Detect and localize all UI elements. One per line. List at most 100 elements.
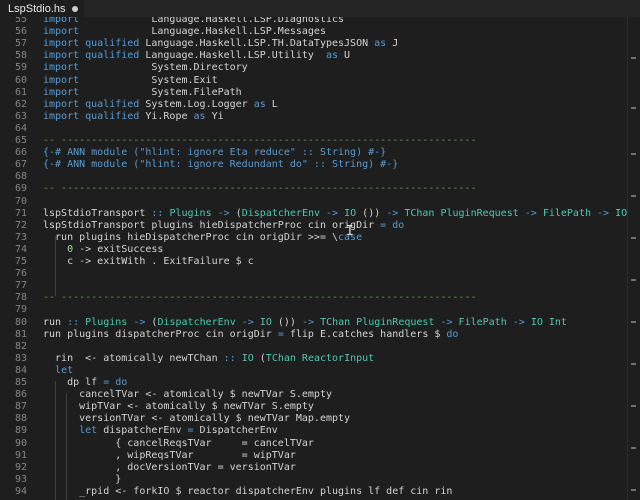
- code-line[interactable]: 72 lspStdioTransport plugins hieDispatche…: [0, 220, 625, 232]
- code-token: dispatcherEnv: [97, 425, 188, 437]
- code-line[interactable]: 73 run plugins hieDispatcherProc cin ori…: [0, 232, 625, 244]
- code-line[interactable]: 83 rin <- atomically newTChan :: IO (TCh…: [0, 353, 625, 365]
- code-token: TChan ReactorInput: [265, 352, 375, 364]
- line-number: 55: [14, 17, 27, 25]
- code-line[interactable]: 88 versionTVar <- atomically $ newTVar M…: [0, 413, 625, 425]
- code-line[interactable]: 85 dp lf = do: [0, 377, 625, 389]
- code-line[interactable]: 57 import qualified Language.Haskell.LSP.…: [0, 38, 625, 50]
- code-token: U: [338, 50, 351, 62]
- scroll-marker: [631, 237, 636, 239]
- code-line[interactable]: 64: [0, 123, 625, 135]
- code-line[interactable]: 76: [0, 268, 625, 280]
- code-text: {-# ANN module ("hlint: ignore Redundant…: [43, 159, 398, 171]
- code-line[interactable]: 58 import qualified Language.Haskell.LSP.…: [0, 50, 625, 62]
- code-line[interactable]: 74 0 -> exitSuccess: [0, 244, 625, 256]
- code-line[interactable]: 56 import Language.Haskell.LSP.Messages: [0, 26, 625, 38]
- code-line[interactable]: 78 -- -----------------------------------…: [0, 292, 625, 304]
- code-text: -- -------------------------------------…: [43, 183, 476, 195]
- line-number: 68: [14, 171, 27, 183]
- code-line[interactable]: 63 import qualified Yi.Rope as Yi: [0, 111, 625, 123]
- code-token: wipTVar <- atomically $ newTVar S.empty: [43, 401, 314, 413]
- code-line[interactable]: 94 _rpid <- forkIO $ reactor dispatcherE…: [0, 486, 625, 498]
- line-number: 90: [14, 437, 27, 449]
- code-token: ::: [223, 352, 236, 364]
- line-number: 89: [14, 425, 27, 437]
- text-cursor-icon: I: [346, 224, 354, 239]
- code-line[interactable]: 59 import System.Directory: [0, 62, 625, 74]
- code-line[interactable]: 55 import Language.Haskell.LSP.Diagnostic…: [0, 17, 625, 26]
- code-line[interactable]: 75 c -> exitWith . ExitFailure $ c: [0, 256, 625, 268]
- code-token: ->: [591, 207, 616, 219]
- code-line[interactable]: 67 {-# ANN module ("hlint: ignore Redunda…: [0, 159, 625, 171]
- code-line[interactable]: 62 import qualified System.Log.Logger as …: [0, 99, 625, 111]
- code-token: IO: [344, 207, 357, 219]
- line-number: 92: [14, 461, 27, 473]
- tab-lspstdio[interactable]: LspStdio.hs: [0, 0, 84, 17]
- code-line[interactable]: 84 let: [0, 365, 625, 377]
- code-token: as: [325, 50, 339, 62]
- code-line[interactable]: 60 import System.Exit: [0, 75, 625, 87]
- code-token: Language.Haskell.LSP.Diagnostics: [79, 17, 345, 25]
- code-token: versionTVar <- atomically $ newTVar Map.…: [43, 413, 351, 425]
- code-line[interactable]: 92 , docVersionTVar = versionTVar: [0, 462, 625, 474]
- code-token: lspStdioTransport plugins hieDispatcherP…: [43, 219, 381, 231]
- line-number: 78: [14, 292, 27, 304]
- code-line[interactable]: 81 run plugins dispatcherProc cin origDir…: [0, 329, 625, 341]
- code-token: , wipReqsTVar = wipTVar: [43, 449, 296, 461]
- code-line[interactable]: 69 -- -----------------------------------…: [0, 183, 625, 195]
- code-text: import System.Directory: [43, 62, 248, 74]
- code-line[interactable]: 66 {-# ANN module ("hlint: ignore Eta red…: [0, 147, 625, 159]
- indent-guide: [66, 393, 67, 500]
- code-token: do: [392, 219, 405, 231]
- line-number: 57: [14, 38, 27, 50]
- code-line[interactable]: 79: [0, 304, 625, 316]
- code-line[interactable]: 82: [0, 341, 625, 353]
- code-token: ->: [235, 316, 260, 328]
- vertical-scrollbar[interactable]: [627, 17, 640, 500]
- code-token: Language.Haskell.LSP.TH.DataTypesJSON: [139, 38, 375, 50]
- code-token: lspStdioTransport: [43, 207, 152, 219]
- code-line[interactable]: 77: [0, 280, 625, 292]
- line-number: 61: [14, 86, 27, 98]
- code-line[interactable]: 68: [0, 171, 625, 183]
- code-line[interactable]: 80 run :: Plugins -> (DispatcherEnv -> IO…: [0, 317, 625, 329]
- code-token: {-# ANN module ("hlint: ignore Redundant…: [43, 159, 399, 171]
- code-token: ->: [320, 207, 345, 219]
- code-token: { cancelReqsTVar = cancelTVar: [43, 437, 314, 449]
- line-number: 58: [14, 50, 27, 62]
- code-text: import Language.Haskell.LSP.Diagnostics: [43, 17, 344, 26]
- code-line[interactable]: 65 -- -----------------------------------…: [0, 135, 625, 147]
- code-token: -- -------------------------------------…: [43, 183, 477, 195]
- code-token: cancelTVar <- atomically $ newTVar S.emp…: [43, 389, 332, 401]
- code-line[interactable]: 93 }: [0, 474, 625, 486]
- code-token: Language.Haskell.LSP.Utility: [139, 50, 326, 62]
- code-token: IO: [259, 316, 272, 328]
- line-number: 71: [14, 207, 27, 219]
- code-line[interactable]: 61 import System.FilePath: [0, 87, 625, 99]
- code-editor[interactable]: 55 import Language.Haskell.LSP.Diagnostic…: [0, 17, 640, 500]
- code-line[interactable]: 87 wipTVar <- atomically $ newTVar S.emp…: [0, 401, 625, 413]
- code-token: IO: [241, 352, 254, 364]
- scroll-marker: [631, 153, 636, 155]
- line-number: 94: [14, 485, 27, 497]
- tab-bar: LspStdio.hs: [0, 0, 640, 17]
- line-number: 87: [14, 401, 27, 413]
- code-token: IO Int: [530, 316, 567, 328]
- code-line[interactable]: 86 cancelTVar <- atomically $ newTVar S.…: [0, 389, 625, 401]
- code-text: -- -------------------------------------…: [43, 135, 476, 147]
- code-line[interactable]: 71 lspStdioTransport :: Plugins -> (Dispa…: [0, 207, 640, 220]
- unsaved-dot-icon[interactable]: [72, 5, 79, 12]
- code-text: _rpid <- forkIO $ reactor dispatcherEnv …: [43, 486, 452, 498]
- code-line[interactable]: 91 , wipReqsTVar = wipTVar: [0, 450, 625, 462]
- code-token: dp lf: [43, 377, 104, 388]
- code-line[interactable]: 70: [0, 196, 625, 208]
- scroll-marker: [631, 279, 636, 281]
- line-number: 84: [14, 364, 27, 376]
- code-line[interactable]: 89 let dispatcherEnv = DispatcherEnv: [0, 425, 625, 437]
- line-number: 82: [14, 340, 27, 352]
- indent-guide: [55, 381, 56, 500]
- code-text: let: [43, 365, 73, 377]
- code-token: c -> exitWith . ExitFailure $ c: [43, 256, 254, 267]
- code-line[interactable]: 90 { cancelReqsTVar = cancelTVar: [0, 438, 625, 450]
